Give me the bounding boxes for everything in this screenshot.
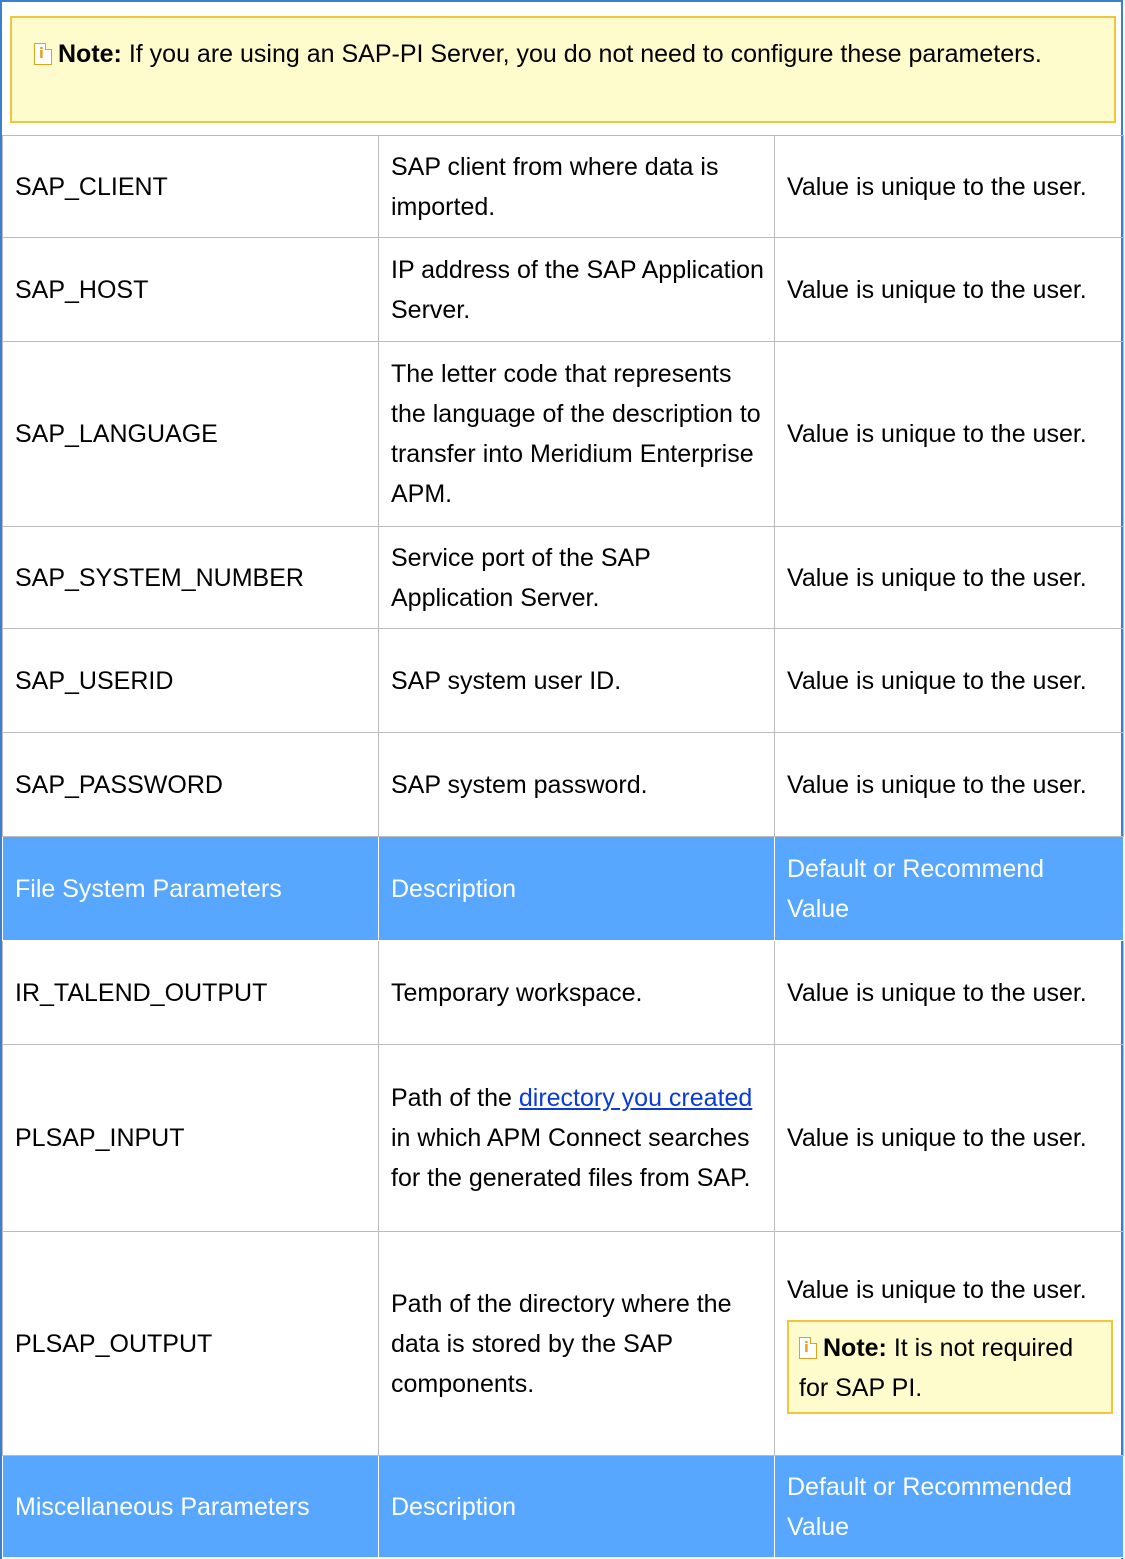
column-header: Description xyxy=(378,836,775,941)
parameter-name: SAP_CLIENT xyxy=(2,135,379,238)
table-row: SAP_HOST IP address of the SAP Applic­at… xyxy=(2,237,1124,342)
note-label: Note: xyxy=(823,1333,887,1362)
parameter-name: PLSAP_INPUT xyxy=(2,1044,379,1232)
column-header: Description xyxy=(378,1455,775,1558)
column-header: File System Parameters xyxy=(2,836,379,941)
parameter-name: IR_TALEND_OUTPUT xyxy=(2,940,379,1045)
parameter-value: Value is unique to the user. xyxy=(774,237,1124,342)
parameter-description: Path of the directory you cre­ated in wh… xyxy=(378,1044,775,1232)
note-label: Note: xyxy=(58,40,122,68)
note-text: If you are using an SAP-PI Server, you d… xyxy=(121,40,1042,68)
parameter-description: IP address of the SAP Applic­ation Serve… xyxy=(378,237,775,342)
parameter-value: Value is unique to the user. xyxy=(774,135,1124,238)
sap-pi-note: Note: If you are using an SAP-PI Server,… xyxy=(10,16,1116,123)
parameter-description: Service port of the SAP Application Serv… xyxy=(378,526,775,629)
parameter-name: SAP_USERID xyxy=(2,628,379,733)
description-text: Path of the xyxy=(391,1084,519,1112)
table-row: SAP_CLIENT SAP client from where data is… xyxy=(2,135,1124,238)
parameter-value: Value is unique to the user. Note: It is… xyxy=(774,1231,1124,1456)
section-header-miscellaneous: Miscellaneous Parameters Description Def… xyxy=(2,1455,1124,1558)
note-icon xyxy=(799,1336,817,1359)
table-row: SAP_USERID SAP system user ID. Value is … xyxy=(2,628,1124,733)
parameter-description: SAP client from where data is imported. xyxy=(378,135,775,238)
description-text: in which APM Connect searches for the ge… xyxy=(391,1124,751,1192)
parameters-table: SAP_CLIENT SAP client from where data is… xyxy=(2,135,1124,1558)
table-row: SAP_LANGUAGE The letter code that rep­re… xyxy=(2,341,1124,527)
parameter-value: Value is unique to the user. xyxy=(774,732,1124,837)
parameter-name: SAP_HOST xyxy=(2,237,379,342)
parameter-description: SAP system user ID. xyxy=(378,628,775,733)
table-row: IR_TALEND_OUTPUT Temporary workspace. Va… xyxy=(2,940,1124,1045)
parameter-value: Value is unique to the user. xyxy=(774,526,1124,629)
parameter-name: SAP_LANGUAGE xyxy=(2,341,379,527)
parameter-value: Value is unique to the user. xyxy=(774,628,1124,733)
parameter-value: Value is unique to the user. xyxy=(774,1044,1124,1232)
parameter-value: Value is unique to the user. xyxy=(774,341,1124,527)
parameter-description: Path of the directory where the data is … xyxy=(378,1231,775,1456)
note-icon xyxy=(34,43,52,65)
parameter-name: PLSAP_OUTPUT xyxy=(2,1231,379,1456)
parameter-name: SAP_PASSWORD xyxy=(2,732,379,837)
table-row: PLSAP_INPUT Path of the directory you cr… xyxy=(2,1044,1124,1232)
column-header: Default or Recommended Value xyxy=(774,1455,1124,1558)
table-row: SAP_PASSWORD SAP system password. Value … xyxy=(2,732,1124,837)
directory-link[interactable]: directory you cre­ated xyxy=(519,1084,752,1112)
parameter-name: SAP_SYSTEM_NUMBER xyxy=(2,526,379,629)
value-text: Value is unique to the user. xyxy=(787,1275,1087,1304)
table-row: SAP_SYSTEM_NUMBER Service port of the SA… xyxy=(2,526,1124,629)
column-header: Miscellaneous Parameters xyxy=(2,1455,379,1558)
parameter-description: The letter code that rep­resents the lan… xyxy=(378,341,775,527)
column-header: Default or Recommend Value xyxy=(774,836,1124,941)
table-row: PLSAP_OUTPUT Path of the directory where… xyxy=(2,1231,1124,1456)
parameter-value: Value is unique to the user. xyxy=(774,940,1124,1045)
parameter-description: SAP system password. xyxy=(378,732,775,837)
parameter-description: Temporary workspace. xyxy=(378,940,775,1045)
section-header-file-system: File System Parameters Description Defau… xyxy=(2,836,1124,941)
sap-pi-cell-note: Note: It is not required for SAP PI. xyxy=(787,1319,1113,1414)
